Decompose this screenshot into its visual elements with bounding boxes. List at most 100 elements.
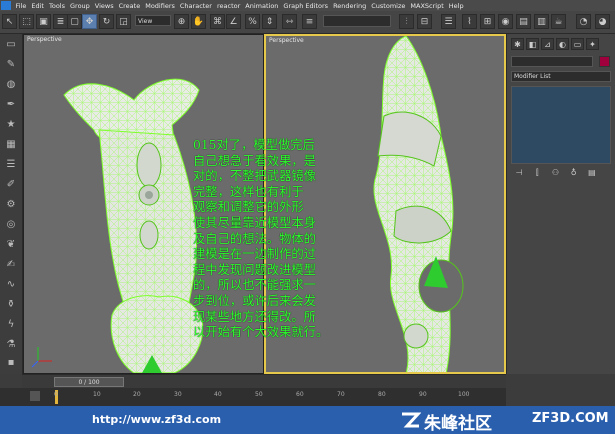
- rect-select-icon[interactable]: ▢: [67, 14, 82, 29]
- command-panel: ✱ ◧ ⊿ ◐ ▭ ✦ Modifier List ⊣ ⫿ ⚇ ♁ ▤: [506, 34, 615, 374]
- tool-leaf-icon[interactable]: ❦: [4, 238, 18, 252]
- time-slider-thumb[interactable]: 0 / 100: [54, 377, 124, 387]
- modifier-stack[interactable]: [511, 86, 611, 164]
- spinner-snap-icon[interactable]: ⇕: [262, 14, 277, 29]
- window-crossing-icon[interactable]: ▣: [36, 14, 51, 29]
- scale-icon[interactable]: ◲: [116, 14, 131, 29]
- footer-url: http://www.zf3d.com: [92, 413, 222, 426]
- quick-render-icon[interactable]: ☕: [551, 14, 566, 29]
- snap-icon[interactable]: ⌘: [210, 14, 225, 29]
- show-end-result-icon[interactable]: ⫿: [529, 168, 545, 178]
- menu-bar: File Edit Tools Group Views Create Modif…: [0, 0, 615, 11]
- menu-create[interactable]: Create: [116, 2, 143, 10]
- menu-reactor[interactable]: reactor: [214, 2, 242, 10]
- menu-tools[interactable]: Tools: [46, 2, 67, 10]
- utilities-tab-icon[interactable]: ✦: [586, 38, 599, 50]
- tool-globe-icon[interactable]: ◎: [4, 218, 18, 232]
- select-manipulate-icon[interactable]: ✋: [191, 14, 206, 29]
- mirror-icon[interactable]: ⇿: [282, 14, 297, 29]
- percent-snap-icon[interactable]: %: [245, 14, 260, 29]
- named-selection-set-field[interactable]: [323, 15, 391, 27]
- material-editor-icon[interactable]: ◉: [498, 14, 513, 29]
- stack-buttons: ⊣ ⫿ ⚇ ♁ ▤: [511, 168, 611, 182]
- tick-label: 50: [255, 391, 263, 398]
- menu-maxscript[interactable]: MAXScript: [408, 2, 446, 10]
- select-icon[interactable]: ↖: [2, 14, 17, 29]
- tool-cube-icon[interactable]: ▪: [4, 356, 18, 370]
- configure-sets-icon[interactable]: ▤: [584, 168, 600, 177]
- menu-animation[interactable]: Animation: [243, 2, 281, 10]
- watermark-footer: http://www.zf3d.com 朱峰社区 ZF3D.COM: [0, 406, 615, 434]
- brand-logo-icon: [402, 412, 421, 428]
- motion-tab-icon[interactable]: ◐: [556, 38, 569, 50]
- main-toolbar: ↖ ⬚ ▣ ≣ ▢ ✥ ↻ ◲ View ⊕ ✋ ⌘ ∠ % ⇕ ⇿ ≡ ⫶ ⊟…: [0, 11, 615, 34]
- tool-paint-icon[interactable]: ✎: [4, 58, 18, 72]
- mirror-tool-icon[interactable]: ⫶: [399, 14, 414, 29]
- menu-file[interactable]: File: [13, 2, 29, 10]
- tick-label: 0: [54, 391, 58, 398]
- menu-character[interactable]: Character: [177, 2, 214, 10]
- menu-group[interactable]: Group: [68, 2, 93, 10]
- display-tab-icon[interactable]: ▭: [571, 38, 584, 50]
- object-color-swatch[interactable]: [599, 56, 610, 67]
- object-name-field[interactable]: [511, 56, 593, 67]
- rotate-icon[interactable]: ↻: [99, 14, 114, 29]
- tool-star-icon[interactable]: ★: [4, 118, 18, 132]
- angle-snap-icon[interactable]: ∠: [226, 14, 241, 29]
- tool-select-icon[interactable]: ▭: [4, 38, 18, 52]
- reference-coord-dropdown[interactable]: View: [135, 15, 171, 26]
- tool-wrench-icon[interactable]: ✐: [4, 178, 18, 192]
- align-tool-icon[interactable]: ⊟: [417, 14, 432, 29]
- create-tab-icon[interactable]: ✱: [511, 38, 524, 50]
- tutorial-overlay-text: 015对了，模型做完后 自己想急于看效果，是 对的，不整把武器镜像 完整，这样也…: [193, 138, 329, 340]
- modify-tab-icon[interactable]: ◧: [526, 38, 539, 50]
- move-icon[interactable]: ✥: [82, 14, 97, 29]
- menu-graph-editors[interactable]: Graph Editors: [281, 2, 331, 10]
- tick-label: 100: [458, 391, 470, 398]
- trackbar-menu-icon[interactable]: [30, 391, 40, 401]
- tool-layers-icon[interactable]: ☰: [4, 158, 18, 172]
- footer-brand: 朱峰社区: [424, 414, 492, 434]
- curve-editor-icon[interactable]: ⌇: [462, 14, 477, 29]
- app-logo-icon[interactable]: [1, 1, 11, 10]
- menu-customize[interactable]: Customize: [369, 2, 408, 10]
- tool-gear-icon[interactable]: ⚙: [4, 198, 18, 212]
- pivot-icon[interactable]: ⊕: [174, 14, 189, 29]
- modifier-list-dropdown[interactable]: Modifier List: [511, 71, 611, 82]
- tick-label: 30: [174, 391, 182, 398]
- remove-modifier-icon[interactable]: ♁: [566, 168, 582, 177]
- render-icon[interactable]: ◔: [576, 14, 591, 29]
- make-unique-icon[interactable]: ⚇: [547, 168, 563, 177]
- render-setup-icon[interactable]: ▤: [516, 14, 531, 29]
- menu-edit[interactable]: Edit: [29, 2, 47, 10]
- tick-label: 10: [93, 391, 101, 398]
- tool-bottle-icon[interactable]: ⚗: [4, 338, 18, 352]
- select-region-icon[interactable]: ⬚: [19, 14, 34, 29]
- render-last-icon[interactable]: ◕: [595, 14, 610, 29]
- track-bar[interactable]: 0 10 20 30 40 50 60 70 80 90 100: [0, 388, 506, 406]
- menu-rendering[interactable]: Rendering: [331, 2, 369, 10]
- tick-label: 20: [133, 391, 141, 398]
- tick-label: 80: [378, 391, 386, 398]
- tool-brush-icon[interactable]: ✍: [4, 258, 18, 272]
- menu-modifiers[interactable]: Modifiers: [143, 2, 178, 10]
- menu-help[interactable]: Help: [446, 2, 466, 10]
- render-frame-icon[interactable]: ▥: [534, 14, 549, 29]
- tick-label: 60: [296, 391, 304, 398]
- hierarchy-tab-icon[interactable]: ⊿: [541, 38, 554, 50]
- menu-views[interactable]: Views: [92, 2, 116, 10]
- tool-vase-icon[interactable]: ⚱: [4, 298, 18, 312]
- layer-manager-icon[interactable]: ☰: [441, 14, 456, 29]
- tool-pen-icon[interactable]: ✒: [4, 98, 18, 112]
- time-slider[interactable]: 0 / 100: [22, 374, 506, 389]
- align-icon[interactable]: ≡: [302, 14, 317, 29]
- tool-curve-icon[interactable]: ∿: [4, 278, 18, 292]
- tool-box-icon[interactable]: ▦: [4, 138, 18, 152]
- pin-stack-icon[interactable]: ⊣: [511, 168, 527, 177]
- select-by-name-icon[interactable]: ≣: [53, 14, 68, 29]
- left-tool-strip: ▭ ✎ ◍ ✒ ★ ▦ ☰ ✐ ⚙ ◎ ❦ ✍ ∿ ⚱ ϟ ⚗ ▪: [0, 34, 23, 374]
- tool-bolt-icon[interactable]: ϟ: [4, 318, 18, 332]
- schematic-view-icon[interactable]: ⊞: [480, 14, 495, 29]
- tick-label: 90: [419, 391, 427, 398]
- tool-hose-icon[interactable]: ◍: [4, 78, 18, 92]
